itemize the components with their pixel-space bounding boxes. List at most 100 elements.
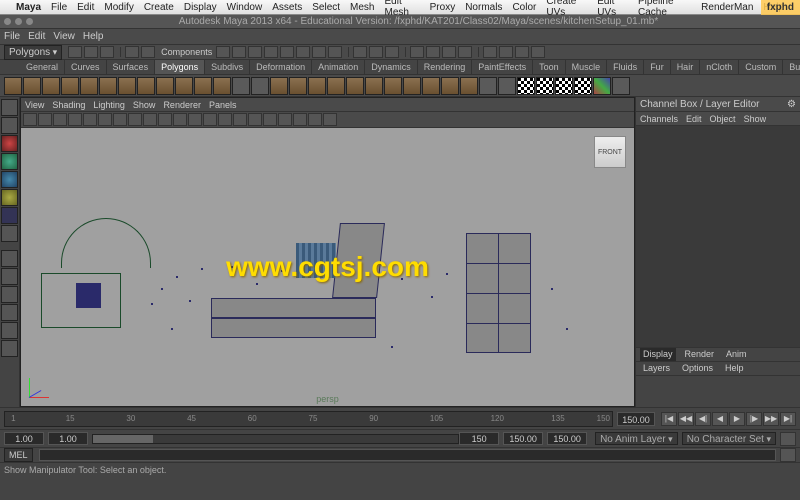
status-icon[interactable] (216, 46, 230, 58)
shelf-tool-icon[interactable] (384, 77, 402, 95)
shelf-tab[interactable]: Deformation (250, 60, 312, 74)
shelf-uv-icon[interactable] (536, 77, 554, 95)
shelf-tool-icon[interactable] (460, 77, 478, 95)
prev-key-icon[interactable]: ◀| (695, 412, 711, 426)
vp-tool-icon[interactable] (263, 113, 277, 126)
shelf-tab[interactable]: Rendering (418, 60, 473, 74)
vp-menu-renderer[interactable]: Renderer (163, 100, 201, 110)
mac-menu-item[interactable]: Normals (465, 2, 502, 13)
command-input[interactable] (39, 449, 776, 461)
shelf-tool-icon[interactable] (498, 77, 516, 95)
status-icon[interactable] (515, 46, 529, 58)
mac-menu-item[interactable]: Assets (272, 2, 302, 13)
playback-end-field[interactable]: 150 (459, 432, 499, 445)
minimize-button[interactable] (15, 18, 22, 25)
shelf-extract-icon[interactable] (289, 77, 307, 95)
shelf-cylinder-icon[interactable] (42, 77, 60, 95)
command-lang-selector[interactable]: MEL (4, 448, 33, 462)
range-end-field[interactable]: 150.00 (503, 432, 543, 445)
vp-tool-icon[interactable] (83, 113, 97, 126)
status-icon[interactable] (248, 46, 262, 58)
script-editor-icon[interactable] (780, 448, 796, 462)
status-icon[interactable] (410, 46, 424, 58)
rewind-start-icon[interactable]: |◀ (661, 412, 677, 426)
model-panel[interactable] (296, 243, 336, 278)
shelf-tab[interactable]: Bullet (783, 60, 800, 74)
status-icon[interactable] (296, 46, 310, 58)
close-button[interactable] (4, 18, 11, 25)
mac-menu-item[interactable]: Mesh (350, 2, 374, 13)
playback-start-field[interactable]: 1.00 (48, 432, 88, 445)
layer-tab-anim[interactable]: Anim (723, 348, 750, 361)
vp-tool-icon[interactable] (38, 113, 52, 126)
menu-file[interactable]: File (4, 31, 20, 42)
status-icon[interactable] (353, 46, 367, 58)
shelf-extrude-icon[interactable] (308, 77, 326, 95)
shelf-tool-icon[interactable] (479, 77, 497, 95)
status-icon[interactable] (280, 46, 294, 58)
status-icon[interactable] (312, 46, 326, 58)
shelf-tab[interactable]: Muscle (566, 60, 608, 74)
layer-menu-layers[interactable]: Layers (640, 362, 673, 375)
shelf-uv-icon[interactable] (555, 77, 573, 95)
layout-single-icon[interactable] (1, 250, 18, 267)
shelf-plane-icon[interactable] (80, 77, 98, 95)
mac-menu-item[interactable]: RenderMan (701, 2, 753, 13)
step-back-icon[interactable]: ◀◀ (678, 412, 694, 426)
play-forward-icon[interactable]: ▶ (729, 412, 745, 426)
lasso-tool-icon[interactable] (1, 117, 18, 134)
cb-tab-channels[interactable]: Channels (640, 114, 678, 124)
vp-tool-icon[interactable] (308, 113, 322, 126)
vp-tool-icon[interactable] (233, 113, 247, 126)
shelf-tool-icon[interactable] (403, 77, 421, 95)
vp-tool-icon[interactable] (53, 113, 67, 126)
gear-icon[interactable]: ⚙ (787, 99, 796, 110)
range-start-field[interactable]: 1.00 (4, 432, 44, 445)
vp-tool-icon[interactable] (218, 113, 232, 126)
cb-tab-edit[interactable]: Edit (686, 114, 702, 124)
shelf-tab[interactable]: Custom (739, 60, 783, 74)
shelf-tab[interactable]: Dynamics (365, 60, 418, 74)
status-icon[interactable] (141, 46, 155, 58)
shelf-tab[interactable]: Fluids (607, 60, 644, 74)
mode-selector[interactable]: Polygons ▾ (4, 45, 62, 60)
shelf-cube-icon[interactable] (23, 77, 41, 95)
cb-tab-object[interactable]: Object (710, 114, 736, 124)
character-set-selector[interactable]: No Character Set ▾ (682, 432, 776, 445)
shelf-tool-icon[interactable] (612, 77, 630, 95)
status-icon[interactable] (100, 46, 114, 58)
status-icon[interactable] (426, 46, 440, 58)
model-solid[interactable] (332, 223, 385, 298)
status-icon[interactable] (68, 46, 82, 58)
shelf-platonic-icon[interactable] (213, 77, 231, 95)
shelf-pipe-icon[interactable] (156, 77, 174, 95)
vp-tool-icon[interactable] (248, 113, 262, 126)
vp-tool-icon[interactable] (128, 113, 142, 126)
vp-menu-show[interactable]: Show (133, 100, 156, 110)
layout-two-icon[interactable] (1, 286, 18, 303)
view-cube[interactable]: FRONT (594, 136, 626, 168)
shelf-helix-icon[interactable] (175, 77, 193, 95)
next-key-icon[interactable]: |▶ (746, 412, 762, 426)
mac-menu-item[interactable]: File (51, 2, 67, 13)
viewport-canvas[interactable]: www.cgtsj.com FRONT (21, 128, 634, 406)
mac-menu-item[interactable]: Color (512, 2, 536, 13)
mac-menu-item[interactable]: Edit (77, 2, 94, 13)
model-wireframe[interactable] (61, 218, 151, 268)
model-solid[interactable] (211, 298, 376, 318)
select-tool-icon[interactable] (1, 99, 18, 116)
forward-end-icon[interactable]: ▶| (780, 412, 796, 426)
zoom-button[interactable] (26, 18, 33, 25)
shelf-tab[interactable]: Animation (312, 60, 365, 74)
show-manip-tool-icon[interactable] (1, 207, 18, 224)
layer-tab-display[interactable]: Display (640, 348, 676, 361)
vp-tool-icon[interactable] (173, 113, 187, 126)
shelf-tab[interactable]: Hair (671, 60, 701, 74)
model-panel[interactable] (76, 283, 101, 308)
step-forward-icon[interactable]: ▶▶ (763, 412, 779, 426)
anim-layer-selector[interactable]: No Anim Layer ▾ (595, 432, 678, 445)
status-icon[interactable] (499, 46, 513, 58)
mac-menu-item[interactable]: Create (144, 2, 174, 13)
autokey-icon[interactable] (780, 432, 796, 446)
mac-menu-item[interactable]: Display (184, 2, 217, 13)
